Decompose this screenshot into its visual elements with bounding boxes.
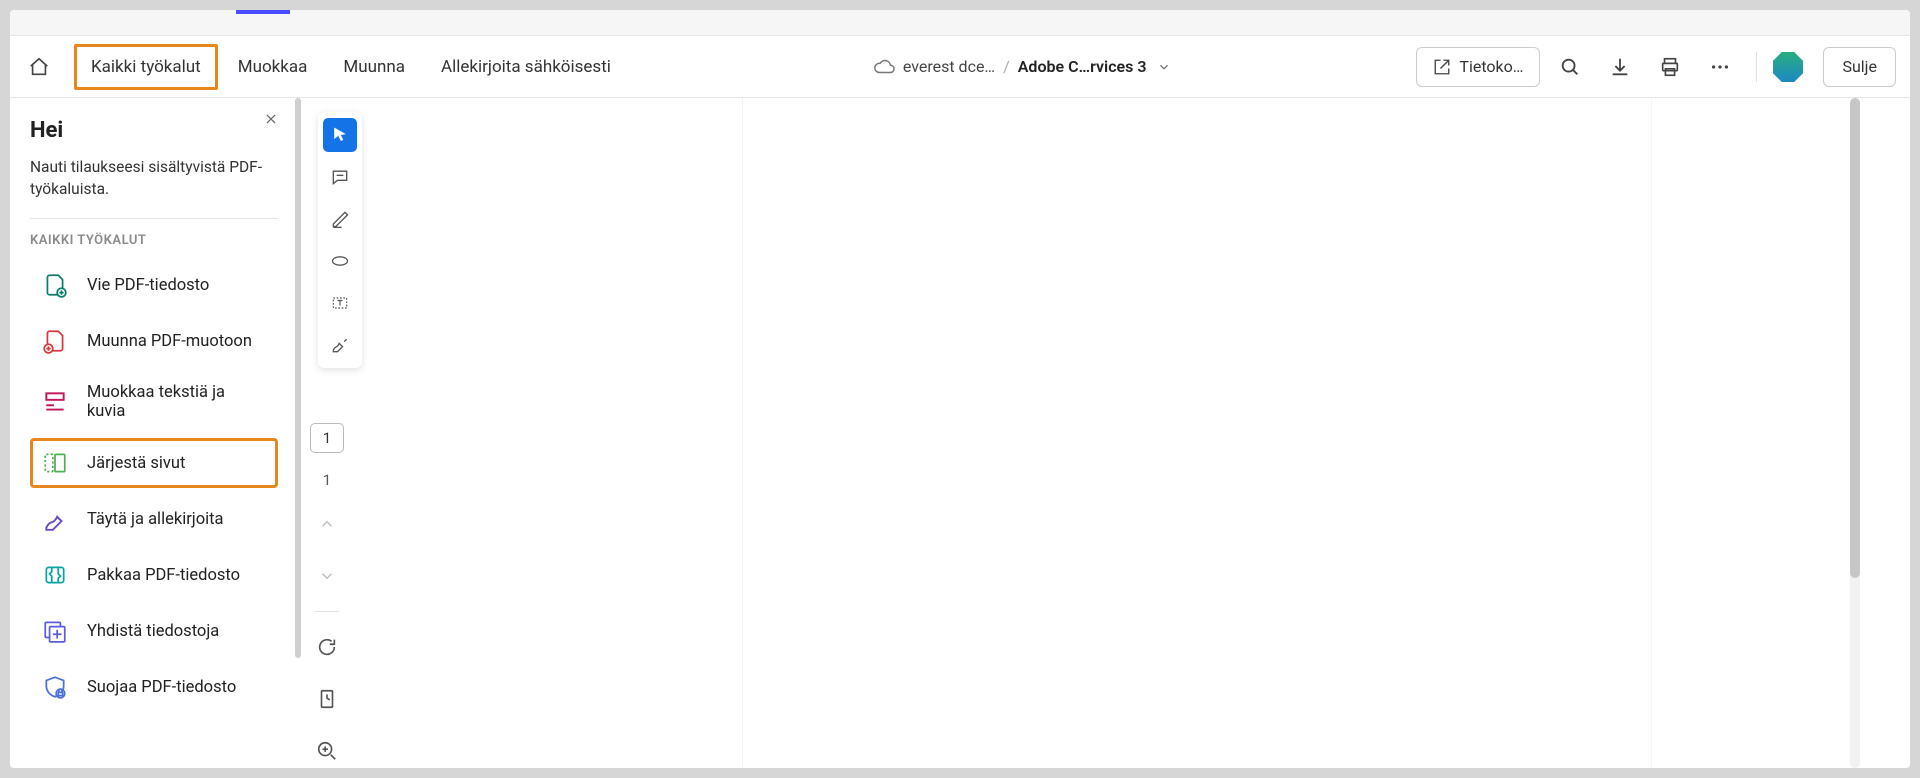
panel-close-button[interactable]: [264, 112, 278, 126]
search-icon: [1559, 56, 1581, 78]
edit-text-icon: [41, 388, 69, 416]
text-box-icon: [330, 293, 350, 313]
combine-files-icon: [41, 617, 69, 645]
print-icon: [1659, 56, 1681, 78]
menu-all-tools[interactable]: Kaikki työkalut: [74, 44, 218, 90]
top-right-actions: Tietoko… Sulje: [1416, 47, 1896, 87]
tool-label: Muunna PDF-muotoon: [87, 332, 252, 351]
convert-pdf-icon: [41, 327, 69, 355]
open-external-icon: [1433, 58, 1451, 76]
left-panel: Hei Nauti tilaukseesi sisältyvistä PDF-t…: [10, 98, 294, 768]
tool-label: Suojaa PDF-tiedosto: [87, 678, 236, 697]
comment-icon: [330, 167, 350, 187]
fill-sign-icon: [41, 505, 69, 533]
breadcrumb-document-label: Adobe C…rvices 3: [1018, 57, 1147, 76]
rail-separator: [315, 611, 339, 612]
tool-list: Vie PDF-tiedosto Muunna PDF-muotoon Muok…: [30, 260, 278, 712]
tool-label: Vie PDF-tiedosto: [87, 276, 209, 295]
tool-export-pdf[interactable]: Vie PDF-tiedosto: [30, 260, 278, 310]
close-button[interactable]: Sulje: [1823, 47, 1896, 87]
tool-label: Yhdistä tiedostoja: [87, 622, 219, 641]
signature-icon: [330, 335, 350, 355]
protect-pdf-icon: [41, 673, 69, 701]
total-pages-label: 1: [323, 471, 331, 489]
cursor-icon: [330, 125, 350, 145]
home-button[interactable]: [24, 52, 54, 82]
tool-label: Muokkaa tekstiä ja kuvia: [87, 383, 267, 421]
breadcrumb-document[interactable]: Adobe C…rvices 3: [1018, 57, 1171, 76]
oval-icon: [330, 251, 350, 271]
tool-fill-sign[interactable]: Täytä ja allekirjoita: [30, 494, 278, 544]
breadcrumb-cloud-label: everest dce…: [903, 57, 995, 76]
comment-tool[interactable]: [323, 160, 357, 194]
share-button-label: Tietoko…: [1459, 57, 1523, 76]
zoom-button[interactable]: [310, 734, 344, 768]
tool-label: Täytä ja allekirjoita: [87, 510, 224, 529]
scrollbar-vertical[interactable]: [1850, 98, 1860, 768]
select-tool[interactable]: [323, 118, 357, 152]
panel-title: Hei: [30, 118, 278, 143]
next-page-button[interactable]: [310, 559, 344, 593]
cloud-icon: [873, 56, 895, 78]
menu-convert[interactable]: Muunna: [327, 45, 421, 89]
close-icon: [264, 112, 278, 126]
rotate-button[interactable]: [310, 630, 344, 664]
textbox-tool[interactable]: [323, 286, 357, 320]
tool-label: Järjestä sivut: [87, 454, 185, 473]
tool-organize-pages[interactable]: Järjestä sivut: [30, 438, 278, 488]
download-button[interactable]: [1600, 47, 1640, 87]
panel-subtitle: Nauti tilaukseesi sisältyvistä PDF-työka…: [30, 157, 278, 200]
prev-page-button[interactable]: [310, 507, 344, 541]
avatar-icon: [1773, 52, 1803, 82]
panel-divider: [30, 218, 278, 219]
breadcrumb: everest dce… / Adobe C…rvices 3: [627, 56, 1417, 78]
panel-resizer[interactable]: [294, 98, 302, 768]
tool-compress-pdf[interactable]: Pakkaa PDF-tiedosto: [30, 550, 278, 600]
vertical-toolbar: [318, 112, 362, 368]
panel-section-heading: KAIKKI TYÖKALUT: [30, 233, 278, 248]
page-fit-icon: [316, 688, 338, 710]
breadcrumb-cloud[interactable]: everest dce…: [873, 56, 995, 78]
print-button[interactable]: [1650, 47, 1690, 87]
chevron-up-icon: [318, 515, 336, 533]
tool-edit-text-images[interactable]: Muokkaa tekstiä ja kuvia: [30, 372, 278, 432]
main-menu: Kaikki työkalut Muokkaa Muunna Allekirjo…: [74, 44, 627, 90]
more-button[interactable]: [1700, 47, 1740, 87]
highlight-tool[interactable]: [323, 202, 357, 236]
current-page-input[interactable]: 1: [310, 423, 344, 453]
rotate-icon: [316, 636, 338, 658]
body-area: Hei Nauti tilaukseesi sisältyvistä PDF-t…: [10, 98, 1910, 768]
highlighter-icon: [330, 209, 350, 229]
more-horizontal-icon: [1709, 56, 1731, 78]
app-window: Kaikki työkalut Muokkaa Muunna Allekirjo…: [10, 10, 1910, 768]
page-fit-button[interactable]: [310, 682, 344, 716]
top-bar: Kaikki työkalut Muokkaa Muunna Allekirjo…: [10, 36, 1910, 98]
scrollbar-thumb[interactable]: [1850, 98, 1860, 578]
document-page[interactable]: [742, 98, 1652, 768]
organize-pages-icon: [41, 449, 69, 477]
draw-tool[interactable]: [323, 244, 357, 278]
tool-protect-pdf[interactable]: Suojaa PDF-tiedosto: [30, 662, 278, 712]
export-pdf-icon: [41, 271, 69, 299]
user-avatar[interactable]: [1773, 52, 1803, 82]
tool-label: Pakkaa PDF-tiedosto: [87, 566, 240, 585]
menu-edit[interactable]: Muokkaa: [222, 45, 324, 89]
compress-pdf-icon: [41, 561, 69, 589]
window-tab-strip: [10, 10, 1910, 36]
breadcrumb-separator: /: [1003, 57, 1010, 76]
menu-esign[interactable]: Allekirjoita sähköisesti: [425, 45, 627, 89]
share-button[interactable]: Tietoko…: [1416, 47, 1540, 87]
tool-convert-to-pdf[interactable]: Muunna PDF-muotoon: [30, 316, 278, 366]
chevron-down-icon: [318, 567, 336, 585]
search-button[interactable]: [1550, 47, 1590, 87]
home-icon: [28, 56, 50, 78]
sign-tool[interactable]: [323, 328, 357, 362]
active-tab-indicator: [236, 10, 290, 14]
zoom-in-icon: [316, 740, 338, 762]
toolbar-divider: [1756, 52, 1757, 82]
download-icon: [1609, 56, 1631, 78]
document-canvas: 1 1: [302, 98, 1910, 768]
chevron-down-icon: [1157, 60, 1171, 74]
tool-combine-files[interactable]: Yhdistä tiedostoja: [30, 606, 278, 656]
